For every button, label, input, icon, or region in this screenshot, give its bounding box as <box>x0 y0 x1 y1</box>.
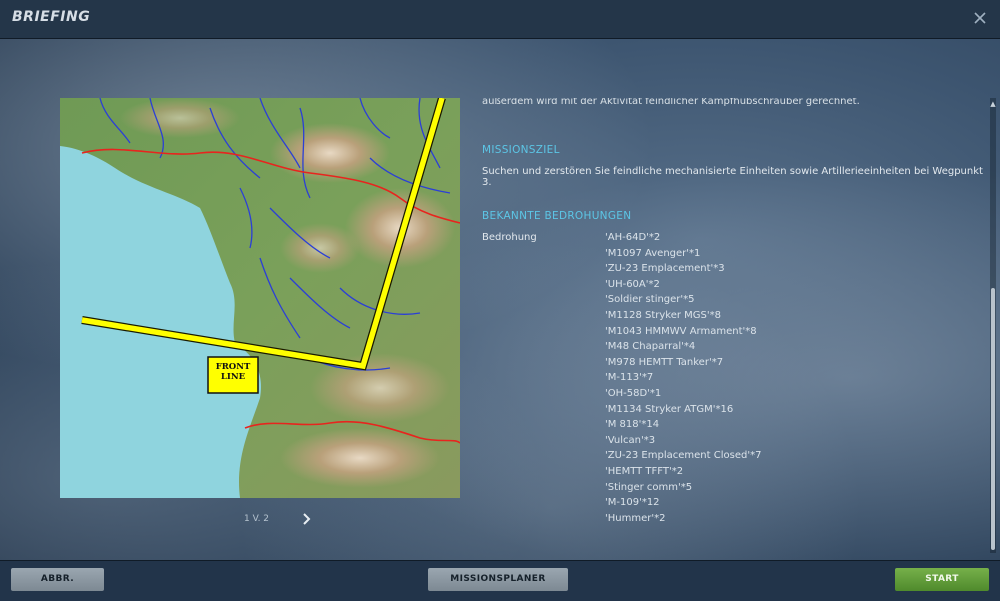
scroll-up-icon[interactable]: ▲ <box>989 100 997 108</box>
window-title: BRIEFING <box>12 9 91 25</box>
briefing-text-panel[interactable]: außerdem wird mit der Aktivität feindlic… <box>482 98 987 553</box>
list-item: 'M1128 Stryker MGS'*8 <box>605 309 722 321</box>
list-item: 'Stinger comm'*5 <box>605 481 693 493</box>
list-item: 'Hummer'*2 <box>605 512 666 524</box>
list-item: 'ZU-23 Emplacement'*3 <box>605 263 725 275</box>
list-item: 'M-109'*12 <box>605 497 660 509</box>
close-icon[interactable] <box>970 8 990 28</box>
list-item: 'M 818'*14 <box>605 419 660 431</box>
list-item: 'M1134 Stryker ATGM'*16 <box>605 403 734 415</box>
list-item: 'Soldier stinger'*5 <box>605 294 695 306</box>
threat-label: Bedrohung <box>482 232 537 243</box>
list-item: 'OH-58D'*1 <box>605 387 662 399</box>
map-page-indicator: 1 V. 2 <box>244 514 270 524</box>
list-item: 'M1097 Avenger'*1 <box>605 247 701 259</box>
list-item: 'Vulcan'*3 <box>605 434 656 446</box>
briefing-map[interactable]: FRONT LINE <box>60 98 460 498</box>
objective-text: Suchen und zerstören Sie feindliche mech… <box>482 166 983 188</box>
frontline-label: FRONT LINE <box>208 362 258 382</box>
chevron-right-icon[interactable] <box>302 512 316 528</box>
list-item: 'ZU-23 Emplacement Closed'*7 <box>605 450 762 462</box>
start-button[interactable]: START <box>895 568 989 591</box>
frontline-label-line2: LINE <box>220 372 246 382</box>
list-item: 'AH-64D'*2 <box>605 232 661 243</box>
mission-planner-button[interactable]: MISSIONSPLANER <box>428 568 568 591</box>
list-item: 'M-113'*7 <box>605 372 654 384</box>
list-item: 'M978 HEMTT Tanker'*7 <box>605 356 724 368</box>
list-item: 'M1043 HMMWV Armament'*8 <box>605 325 757 337</box>
title-bar: BRIEFING <box>0 0 1000 39</box>
list-item: 'UH-60A'*2 <box>605 278 660 290</box>
frontline-label-line1: FRONT <box>215 362 251 372</box>
threats-heading: BEKANNTE BEDROHUNGEN <box>482 210 632 222</box>
list-item: 'HEMTT TFFT'*2 <box>605 465 684 477</box>
briefing-intro-text: außerdem wird mit der Aktivität feindlic… <box>482 98 860 107</box>
scrollbar-thumb[interactable] <box>991 288 995 550</box>
threat-list: 'AH-64D'*2 'M1097 Avenger'*1 'ZU-23 Empl… <box>605 230 761 526</box>
objective-heading: MISSIONSZIEL <box>482 144 560 156</box>
abort-button[interactable]: ABBR. <box>11 568 104 591</box>
list-item: 'M48 Chaparral'*4 <box>605 341 696 353</box>
